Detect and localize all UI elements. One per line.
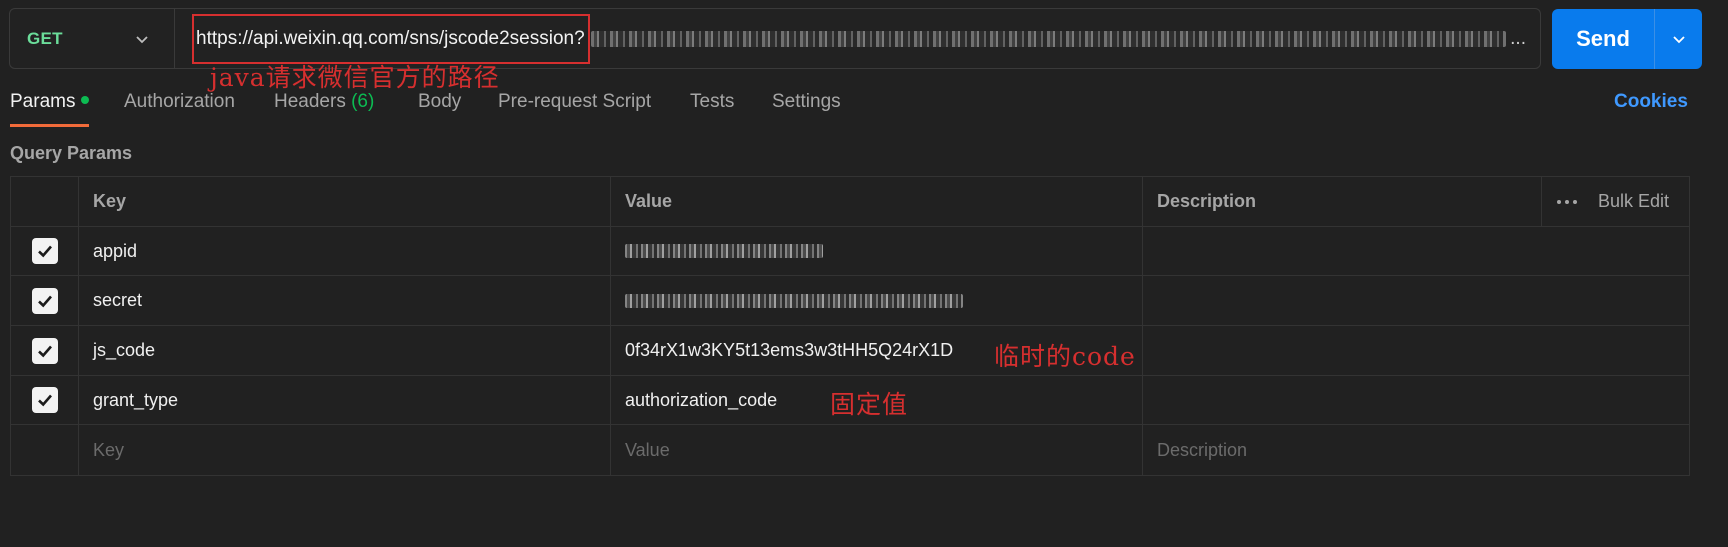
row-description[interactable]: [1143, 227, 1689, 275]
row-checkbox[interactable]: [31, 238, 58, 264]
row-description[interactable]: [1143, 276, 1689, 325]
tab-params[interactable]: Params: [10, 91, 90, 127]
active-tab-underline: [10, 124, 89, 127]
method-label: GET: [27, 28, 63, 48]
table-row-new: Key Value Description: [11, 425, 1689, 475]
header-description: Description: [1157, 191, 1257, 211]
row-description[interactable]: [1143, 376, 1689, 424]
header-value: Value: [611, 177, 1143, 226]
header-key: Key: [79, 177, 611, 226]
row-checkbox[interactable]: [31, 337, 58, 364]
row-key[interactable]: grant_type: [79, 376, 611, 424]
new-value-input[interactable]: Value: [611, 425, 1143, 475]
row-key[interactable]: secret: [79, 276, 611, 325]
table-row: secret: [11, 276, 1689, 326]
row-check-cell: [11, 227, 79, 275]
row-key[interactable]: appid: [79, 227, 611, 275]
tab-headers-label: Headers: [274, 91, 346, 112]
tab-authorization[interactable]: Authorization: [124, 91, 235, 113]
send-button[interactable]: Send: [1552, 9, 1654, 69]
table-header-row: Key Value Description Bulk Edit: [11, 177, 1689, 227]
url-annotation: java请求微信官方的路径: [210, 63, 500, 92]
url-ellipsis: ...: [1510, 27, 1526, 49]
row-value[interactable]: [611, 276, 1143, 325]
row-description[interactable]: [1143, 326, 1689, 375]
redacted-value: [625, 293, 963, 308]
method-select[interactable]: GET: [10, 9, 175, 68]
send-group: Send: [1552, 9, 1702, 69]
request-tabs: Params Authorization Headers (6) Body Pr…: [10, 91, 1710, 131]
row-checkbox[interactable]: [31, 287, 58, 314]
new-description-input[interactable]: Description: [1143, 425, 1689, 475]
check-icon: [37, 345, 52, 357]
row-value[interactable]: [611, 227, 1143, 275]
tab-pre-request-script[interactable]: Pre-request Script: [498, 91, 651, 113]
row-key[interactable]: js_code: [79, 326, 611, 375]
row-check-cell: [11, 326, 79, 375]
new-key-input[interactable]: Key: [79, 425, 611, 475]
tab-headers[interactable]: Headers (6): [274, 91, 374, 113]
grant-type-annotation: 固定值: [830, 390, 909, 419]
bulk-edit-cell: Bulk Edit: [1541, 177, 1689, 226]
chevron-down-icon: [1672, 36, 1685, 44]
table-row: js_code 0f34rX1w3KY5t13ems3w3tHH5Q24rX1D: [11, 326, 1689, 376]
url-redacted-query: [590, 30, 1507, 47]
check-icon: [37, 295, 52, 307]
bulk-edit-button[interactable]: Bulk Edit: [1598, 191, 1669, 212]
tab-params-label: Params: [10, 91, 76, 112]
row-check-cell: [11, 376, 79, 424]
table-row: appid: [11, 227, 1689, 276]
cookies-link[interactable]: Cookies: [1614, 91, 1688, 113]
row-check-cell: [11, 425, 79, 475]
query-params-table: Key Value Description Bulk Edit appid se…: [10, 176, 1690, 476]
check-icon: [37, 394, 52, 407]
send-options-button[interactable]: [1655, 9, 1702, 69]
tab-tests[interactable]: Tests: [690, 91, 734, 113]
js-code-annotation: 临时的code: [994, 342, 1136, 371]
redacted-value: [625, 244, 823, 258]
check-icon: [37, 245, 52, 258]
params-active-dot: [81, 95, 90, 104]
url-text: https://api.weixin.qq.com/sns/jscode2ses…: [196, 27, 585, 49]
tab-body[interactable]: Body: [418, 91, 461, 113]
header-check-cell: [11, 177, 79, 226]
chevron-down-icon: [136, 36, 148, 44]
row-checkbox[interactable]: [31, 387, 58, 413]
headers-count: (6): [351, 91, 375, 112]
row-check-cell: [11, 276, 79, 325]
query-params-title: Query Params: [10, 143, 133, 163]
tab-settings[interactable]: Settings: [772, 91, 841, 113]
